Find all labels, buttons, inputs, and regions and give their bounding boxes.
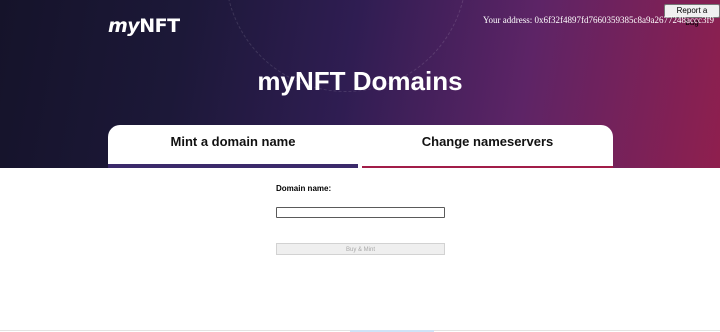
tab-change-nameservers[interactable]: Change nameservers — [362, 125, 613, 168]
logo-suffix: NFT — [139, 15, 180, 37]
domain-name-label: Domain name: — [276, 184, 332, 193]
logo[interactable]: myNFT — [108, 15, 180, 37]
mint-form: Domain name: Buy & Mint — [276, 184, 445, 255]
tab-change-nameservers-label: Change nameservers — [421, 134, 554, 149]
tab-ns-underline — [362, 166, 613, 168]
page: myNFT Report a bug Your address: 0x6f32f… — [0, 0, 720, 332]
buy-and-mint-button[interactable]: Buy & Mint — [276, 243, 445, 255]
page-title: myNFT Domains — [257, 66, 463, 96]
tab-mint-underline — [108, 164, 358, 168]
logo-prefix: my — [108, 15, 140, 37]
wallet-address: Your address: 0x6f32f4897fd7660359385c8a… — [482, 15, 714, 25]
tab-mint-domain-label: Mint a domain name — [170, 134, 296, 149]
tab-mint-domain[interactable]: Mint a domain name — [108, 125, 358, 168]
domain-name-input[interactable] — [276, 207, 445, 218]
tab-bar: Mint a domain name Change nameservers — [108, 125, 613, 168]
hero-banner: myNFT Report a bug Your address: 0x6f32f… — [0, 0, 720, 168]
